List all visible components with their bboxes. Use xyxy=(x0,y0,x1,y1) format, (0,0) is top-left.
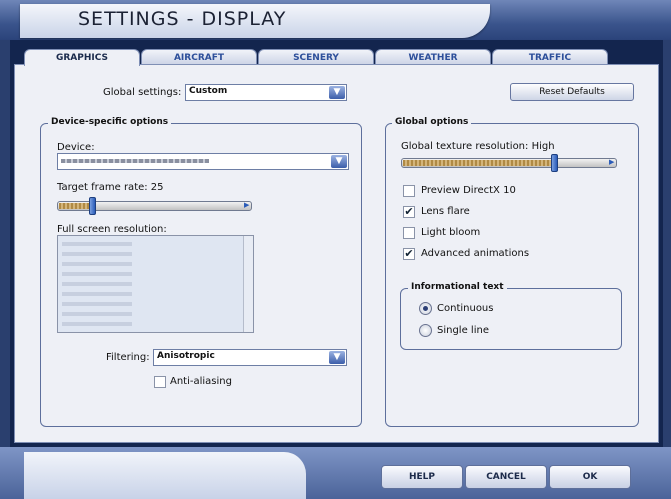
slider-fill xyxy=(403,160,554,166)
list-item[interactable] xyxy=(62,292,132,296)
global-settings-dropdown[interactable]: Custom ▼ xyxy=(185,84,347,101)
continuous-radio[interactable] xyxy=(419,302,432,315)
list-item[interactable] xyxy=(62,252,132,256)
slider-thumb[interactable] xyxy=(89,197,96,215)
advanced-animations-checkbox[interactable]: ✔ xyxy=(403,248,415,260)
help-button[interactable]: HELP xyxy=(381,465,463,489)
tab-weather[interactable]: WEATHER xyxy=(375,49,491,65)
global-options-group xyxy=(385,123,639,427)
tab-scenery[interactable]: SCENERY xyxy=(258,49,374,65)
global-settings-label: Global settings: xyxy=(103,87,182,98)
preview-directx10-label: Preview DirectX 10 xyxy=(421,185,516,196)
reset-defaults-button[interactable]: Reset Defaults xyxy=(510,83,634,101)
device-label: Device: xyxy=(57,142,95,153)
list-item[interactable] xyxy=(62,282,132,286)
anti-aliasing-checkbox[interactable] xyxy=(154,376,166,388)
light-bloom-label: Light bloom xyxy=(421,227,481,238)
tab-traffic[interactable]: TRAFFIC xyxy=(492,49,608,65)
list-item[interactable] xyxy=(62,322,132,326)
slider-fill xyxy=(59,203,92,209)
filtering-label: Filtering: xyxy=(106,352,150,363)
list-item[interactable] xyxy=(62,302,132,306)
light-bloom-checkbox[interactable] xyxy=(403,227,415,239)
continuous-label: Continuous xyxy=(437,303,494,314)
ok-button[interactable]: OK xyxy=(549,465,631,489)
anti-aliasing-label: Anti-aliasing xyxy=(170,376,232,387)
global-settings-value: Custom xyxy=(189,86,228,96)
device-dropdown[interactable]: ▼ xyxy=(57,153,349,170)
window-title: SETTINGS - DISPLAY xyxy=(78,8,287,30)
slider-end-arrow-icon: ▶ xyxy=(609,158,615,166)
informational-text-title: Informational text xyxy=(408,282,507,292)
chevron-down-icon: ▼ xyxy=(329,86,345,99)
single-line-radio[interactable] xyxy=(419,324,432,337)
device-options-title: Device-specific options xyxy=(48,117,172,127)
lens-flare-label: Lens flare xyxy=(421,206,470,217)
target-frame-rate-slider[interactable]: ▶ xyxy=(57,197,252,215)
single-line-label: Single line xyxy=(437,325,489,336)
texture-resolution-slider[interactable]: ▶ xyxy=(401,154,617,172)
tab-aircraft[interactable]: AIRCRAFT xyxy=(141,49,257,65)
resolution-list[interactable] xyxy=(57,235,254,333)
advanced-animations-label: Advanced animations xyxy=(421,248,530,259)
target-frame-rate-label: Target frame rate: 25 xyxy=(57,182,164,193)
full-screen-resolution-label: Full screen resolution: xyxy=(57,224,167,235)
texture-resolution-label: Global texture resolution: High xyxy=(401,141,555,152)
checkmark-icon: ✔ xyxy=(404,205,414,218)
list-item[interactable] xyxy=(62,242,132,246)
chevron-down-icon: ▼ xyxy=(329,351,345,364)
filtering-dropdown[interactable]: Anisotropic ▼ xyxy=(153,349,347,366)
checkmark-icon: ✔ xyxy=(404,247,414,260)
informational-text-group xyxy=(400,288,622,350)
tab-graphics[interactable]: GRAPHICS xyxy=(24,49,140,66)
filtering-value: Anisotropic xyxy=(157,351,215,361)
chevron-down-icon: ▼ xyxy=(331,155,347,168)
device-value-blurred xyxy=(61,159,209,163)
list-item[interactable] xyxy=(62,272,132,276)
slider-thumb[interactable] xyxy=(551,154,558,172)
footer-panel xyxy=(24,452,306,499)
preview-directx10-checkbox[interactable] xyxy=(403,185,415,197)
list-item[interactable] xyxy=(62,312,132,316)
slider-end-arrow-icon: ▶ xyxy=(244,201,250,209)
list-item[interactable] xyxy=(62,262,132,266)
global-options-title: Global options xyxy=(392,117,472,127)
list-scrollbar[interactable] xyxy=(243,236,253,332)
lens-flare-checkbox[interactable]: ✔ xyxy=(403,206,415,218)
cancel-button[interactable]: CANCEL xyxy=(465,465,547,489)
